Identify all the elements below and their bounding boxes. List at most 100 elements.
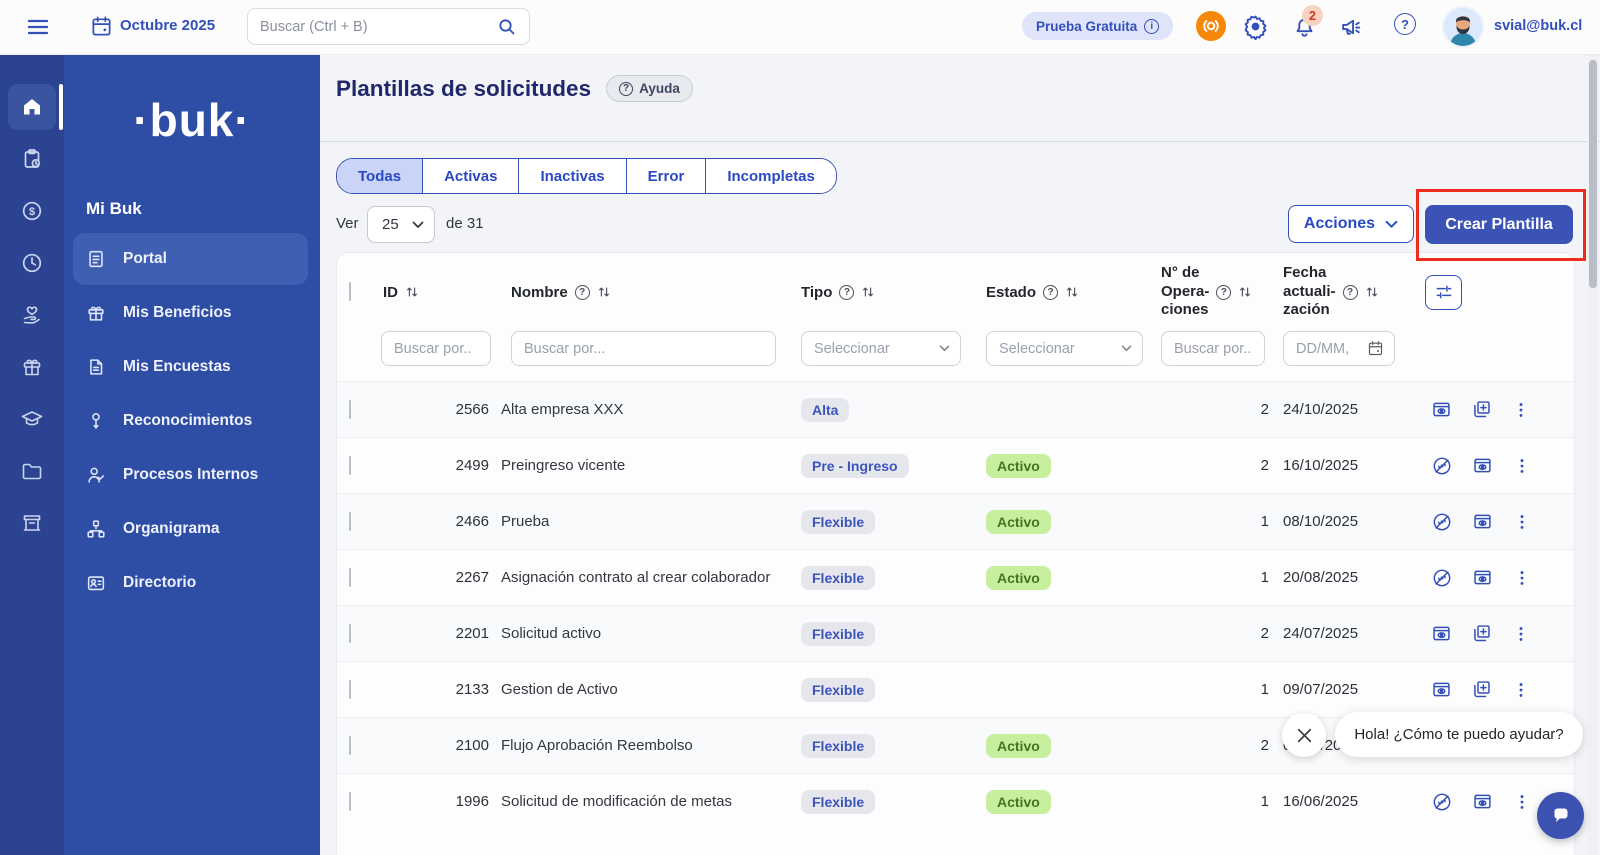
tab-activas[interactable]: Activas xyxy=(423,159,519,193)
table-row[interactable]: 2201Solicitud activoFlexible224/07/2025 xyxy=(337,605,1574,661)
preview-window-eye-icon[interactable] xyxy=(1431,679,1452,700)
column-help-icon[interactable]: ? xyxy=(1043,285,1058,300)
row-checkbox[interactable] xyxy=(349,680,351,699)
product-updates-icon[interactable] xyxy=(1196,11,1226,41)
rail-gift-icon[interactable] xyxy=(0,341,64,393)
global-search-input[interactable]: Buscar (Ctrl + B) xyxy=(247,8,530,45)
rail-home-icon[interactable] xyxy=(0,81,64,133)
sidebar-item-mis-encuestas[interactable]: Mis Encuestas xyxy=(73,341,308,393)
filter-fecha-input[interactable]: DD/MM, xyxy=(1283,331,1395,366)
rail-time-icon[interactable] xyxy=(0,237,64,289)
column-help-icon[interactable]: ? xyxy=(1216,285,1231,300)
user-email[interactable]: svial@buk.cl xyxy=(1494,18,1582,34)
tab-incompletas[interactable]: Incompletas xyxy=(706,159,836,193)
filter-nombre-input[interactable]: Buscar por... xyxy=(511,331,776,366)
preview-window-eye-icon[interactable] xyxy=(1431,399,1452,420)
chat-dismiss-button[interactable] xyxy=(1282,713,1326,757)
scrollbar-thumb[interactable] xyxy=(1589,60,1597,288)
preview-window-eye-icon[interactable] xyxy=(1431,623,1452,644)
rail-documents-folder-icon[interactable] xyxy=(0,445,64,497)
rail-company-storefront-icon[interactable] xyxy=(0,497,64,549)
table-row[interactable]: 2466PruebaFlexibleActivo108/10/2025 xyxy=(337,493,1574,549)
row-checkbox[interactable] xyxy=(349,736,351,755)
calendar-icon[interactable] xyxy=(90,15,113,38)
table-row[interactable]: 1996Solicitud de modificación de metasFl… xyxy=(337,773,1574,829)
row-checkbox[interactable] xyxy=(349,400,351,419)
avatar[interactable] xyxy=(1444,8,1482,46)
create-template-button[interactable]: Crear Plantilla xyxy=(1425,205,1573,244)
sort-icon[interactable] xyxy=(405,285,419,299)
announcements-megaphone-icon[interactable] xyxy=(1339,15,1364,40)
search-icon[interactable] xyxy=(497,17,517,37)
row-checkbox[interactable] xyxy=(349,512,351,531)
tab-inactivas[interactable]: Inactivas xyxy=(519,159,626,193)
kebab-menu-icon[interactable] xyxy=(1512,456,1532,476)
filter-id-input[interactable]: Buscar por.. xyxy=(381,331,491,366)
kebab-menu-icon[interactable] xyxy=(1511,624,1531,644)
sidebar-item-procesos-internos[interactable]: Procesos Internos xyxy=(73,449,308,501)
filter-tipo-select[interactable]: Seleccionar xyxy=(801,331,961,366)
sidebar-item-organigrama[interactable]: Organigrama xyxy=(73,503,308,555)
hamburger-menu-icon[interactable] xyxy=(28,16,48,38)
sidebar-item-reconocimientos[interactable]: Reconocimientos xyxy=(73,395,308,447)
kebab-menu-icon[interactable] xyxy=(1512,792,1532,812)
table-row[interactable]: 2267Asignación contrato al crear colabor… xyxy=(337,549,1574,605)
rail-payroll-icon[interactable]: $ xyxy=(0,185,64,237)
kebab-menu-icon[interactable] xyxy=(1512,568,1532,588)
period-selector[interactable]: Octubre 2025 xyxy=(120,17,215,34)
preview-window-eye-icon[interactable] xyxy=(1472,455,1493,476)
rail-clipboard-clock-icon[interactable] xyxy=(0,133,64,185)
sidebar-item-directorio[interactable]: Directorio xyxy=(73,557,308,609)
sort-icon[interactable] xyxy=(1065,285,1079,299)
deactivate-eye-off-icon[interactable] xyxy=(1431,511,1453,533)
column-settings-button[interactable] xyxy=(1425,275,1462,310)
col-header-tipo[interactable]: Tipo xyxy=(801,284,832,301)
duplicate-icon[interactable] xyxy=(1471,623,1492,644)
sort-icon[interactable] xyxy=(597,285,611,299)
page-size-select[interactable]: 25 xyxy=(367,206,435,243)
scrollbar[interactable] xyxy=(1588,55,1598,855)
sidebar-item-mis-beneficios[interactable]: Mis Beneficios xyxy=(73,287,308,339)
col-header-id[interactable]: ID xyxy=(383,284,398,301)
col-header-nombre[interactable]: Nombre xyxy=(511,284,568,301)
preview-window-eye-icon[interactable] xyxy=(1472,567,1493,588)
sidebar-item-portal[interactable]: Portal xyxy=(73,233,308,285)
sort-icon[interactable] xyxy=(861,285,875,299)
help-icon[interactable]: ? xyxy=(1394,13,1416,35)
column-help-icon[interactable]: ? xyxy=(839,285,854,300)
duplicate-icon[interactable] xyxy=(1471,679,1492,700)
tab-error[interactable]: Error xyxy=(627,159,707,193)
actions-button[interactable]: Acciones xyxy=(1288,205,1414,243)
select-all-checkbox[interactable] xyxy=(349,282,351,301)
col-header-fecha[interactable]: Fecha actuali- zación xyxy=(1283,264,1336,320)
settings-gear-icon[interactable] xyxy=(1242,13,1269,40)
duplicate-icon[interactable] xyxy=(1471,399,1492,420)
chat-greeting-bubble[interactable]: Hola! ¿Cómo te puedo ayudar? xyxy=(1335,712,1583,757)
table-row[interactable]: 2499Preingreso vicentePre - IngresoActiv… xyxy=(337,437,1574,493)
row-checkbox[interactable] xyxy=(349,624,351,643)
col-header-estado[interactable]: Estado xyxy=(986,284,1036,301)
column-help-icon[interactable]: ? xyxy=(575,285,590,300)
rail-benefits-hand-heart-icon[interactable] xyxy=(0,289,64,341)
rail-training-cap-icon[interactable] xyxy=(0,393,64,445)
col-header-operaciones[interactable]: N° de Opera- ciones xyxy=(1161,264,1209,320)
preview-window-eye-icon[interactable] xyxy=(1472,511,1493,532)
trial-badge[interactable]: Prueba Gratuita i xyxy=(1022,12,1173,40)
kebab-menu-icon[interactable] xyxy=(1511,680,1531,700)
deactivate-eye-off-icon[interactable] xyxy=(1431,567,1453,589)
row-checkbox[interactable] xyxy=(349,456,351,475)
row-checkbox[interactable] xyxy=(349,792,351,811)
filter-operaciones-input[interactable]: Buscar por.. xyxy=(1161,331,1265,366)
table-row[interactable]: 2133Gestion de ActivoFlexible109/07/2025 xyxy=(337,661,1574,717)
kebab-menu-icon[interactable] xyxy=(1512,512,1532,532)
table-row[interactable]: 2566Alta empresa XXXAlta224/10/2025 xyxy=(337,381,1574,437)
help-button[interactable]: ? Ayuda xyxy=(606,75,693,102)
filter-estado-select[interactable]: Seleccionar xyxy=(986,331,1143,366)
deactivate-eye-off-icon[interactable] xyxy=(1431,791,1453,813)
chat-launcher-button[interactable] xyxy=(1537,792,1584,839)
calendar-icon[interactable] xyxy=(1367,340,1384,357)
sort-icon[interactable] xyxy=(1365,285,1379,299)
deactivate-eye-off-icon[interactable] xyxy=(1431,455,1453,477)
row-checkbox[interactable] xyxy=(349,568,351,587)
column-help-icon[interactable]: ? xyxy=(1343,285,1358,300)
